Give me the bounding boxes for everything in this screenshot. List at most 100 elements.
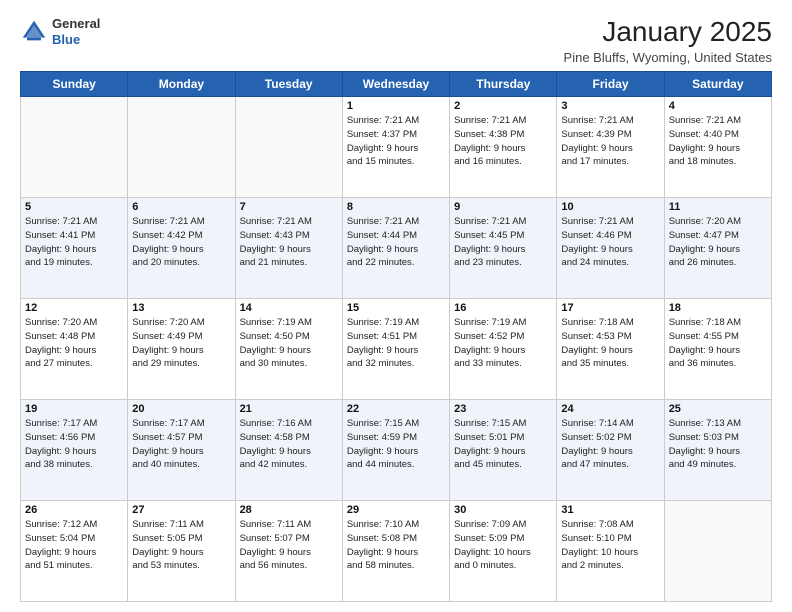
week-row-3: 12 Sunrise: 7:20 AMSunset: 4:48 PMDayligh…	[21, 299, 772, 400]
calendar-cell: 30Sunrise: 7:09 AMSunset: 5:09 PMDayligh…	[450, 501, 557, 602]
day-info: Sunrise: 7:18 AMSunset: 4:55 PMDaylight:…	[669, 316, 767, 371]
calendar-cell	[235, 97, 342, 198]
day-number: 10	[561, 201, 659, 213]
weekday-header-saturday: Saturday	[664, 72, 771, 97]
day-number: 26	[25, 504, 123, 516]
day-info: Sunrise: 7:20 AMSunset: 4:47 PMDaylight:…	[669, 215, 767, 270]
day-number: 7	[240, 201, 338, 213]
day-number: 18	[669, 302, 767, 314]
week-row-5: 26 Sunrise: 7:12 AMSunset: 5:04 PMDayligh…	[21, 501, 772, 602]
weekday-header-friday: Friday	[557, 72, 664, 97]
day-number: 6	[132, 201, 230, 213]
calendar-cell: 31Sunrise: 7:08 AMSunset: 5:10 PMDayligh…	[557, 501, 664, 602]
day-info: Sunrise: 7:11 AMSunset: 5:07 PMDaylight:…	[240, 518, 338, 573]
calendar-cell: 11 Sunrise: 7:20 AMSunset: 4:47 PMDayligh…	[664, 198, 771, 299]
calendar-cell: 29 Sunrise: 7:10 AMSunset: 5:08 PMDayligh…	[342, 501, 449, 602]
calendar-cell: 5 Sunrise: 7:21 AMSunset: 4:41 PMDaylight…	[21, 198, 128, 299]
month-title: January 2025	[564, 16, 772, 48]
calendar-cell: 17Sunrise: 7:18 AMSunset: 4:53 PMDayligh…	[557, 299, 664, 400]
day-info: Sunrise: 7:14 AMSunset: 5:02 PMDaylight:…	[561, 417, 659, 472]
day-info: Sunrise: 7:21 AMSunset: 4:46 PMDaylight:…	[561, 215, 659, 270]
day-number: 27	[132, 504, 230, 516]
day-number: 23	[454, 403, 552, 415]
calendar-cell: 24 Sunrise: 7:14 AMSunset: 5:02 PMDayligh…	[557, 400, 664, 501]
day-info: Sunrise: 7:21 AMSunset: 4:38 PMDaylight:…	[454, 114, 552, 169]
logo-text: General Blue	[52, 16, 100, 47]
calendar-cell: 13 Sunrise: 7:20 AMSunset: 4:49 PMDayligh…	[128, 299, 235, 400]
week-row-2: 5 Sunrise: 7:21 AMSunset: 4:41 PMDaylight…	[21, 198, 772, 299]
logo-general: General	[52, 16, 100, 31]
day-info: Sunrise: 7:16 AMSunset: 4:58 PMDaylight:…	[240, 417, 338, 472]
day-number: 3	[561, 100, 659, 112]
day-number: 24	[561, 403, 659, 415]
calendar: SundayMondayTuesdayWednesdayThursdayFrid…	[20, 71, 772, 602]
calendar-cell: 25 Sunrise: 7:13 AMSunset: 5:03 PMDayligh…	[664, 400, 771, 501]
day-info: Sunrise: 7:21 AMSunset: 4:42 PMDaylight:…	[132, 215, 230, 270]
day-info: Sunrise: 7:11 AMSunset: 5:05 PMDaylight:…	[132, 518, 230, 573]
day-number: 8	[347, 201, 445, 213]
day-info: Sunrise: 7:19 AMSunset: 4:52 PMDaylight:…	[454, 316, 552, 371]
calendar-cell: 28Sunrise: 7:11 AMSunset: 5:07 PMDayligh…	[235, 501, 342, 602]
day-number: 12	[25, 302, 123, 314]
calendar-cell: 26 Sunrise: 7:12 AMSunset: 5:04 PMDayligh…	[21, 501, 128, 602]
day-info: Sunrise: 7:15 AMSunset: 5:01 PMDaylight:…	[454, 417, 552, 472]
calendar-cell: 4Sunrise: 7:21 AMSunset: 4:40 PMDaylight…	[664, 97, 771, 198]
calendar-cell	[128, 97, 235, 198]
calendar-cell: 20 Sunrise: 7:17 AMSunset: 4:57 PMDayligh…	[128, 400, 235, 501]
day-info: Sunrise: 7:21 AMSunset: 4:43 PMDaylight:…	[240, 215, 338, 270]
calendar-cell: 8 Sunrise: 7:21 AMSunset: 4:44 PMDaylight…	[342, 198, 449, 299]
day-number: 9	[454, 201, 552, 213]
day-info: Sunrise: 7:20 AMSunset: 4:49 PMDaylight:…	[132, 316, 230, 371]
day-number: 31	[561, 504, 659, 516]
day-number: 14	[240, 302, 338, 314]
day-info: Sunrise: 7:18 AMSunset: 4:53 PMDaylight:…	[561, 316, 659, 371]
logo: General Blue	[20, 16, 100, 47]
calendar-cell: 21Sunrise: 7:16 AMSunset: 4:58 PMDayligh…	[235, 400, 342, 501]
day-number: 5	[25, 201, 123, 213]
day-info: Sunrise: 7:21 AMSunset: 4:37 PMDaylight:…	[347, 114, 445, 169]
day-info: Sunrise: 7:21 AMSunset: 4:45 PMDaylight:…	[454, 215, 552, 270]
day-info: Sunrise: 7:17 AMSunset: 4:57 PMDaylight:…	[132, 417, 230, 472]
day-number: 11	[669, 201, 767, 213]
day-number: 13	[132, 302, 230, 314]
calendar-cell: 27 Sunrise: 7:11 AMSunset: 5:05 PMDayligh…	[128, 501, 235, 602]
day-number: 2	[454, 100, 552, 112]
header: General Blue January 2025 Pine Bluffs, W…	[20, 16, 772, 65]
day-number: 29	[347, 504, 445, 516]
weekday-header-monday: Monday	[128, 72, 235, 97]
day-number: 25	[669, 403, 767, 415]
calendar-cell: 23 Sunrise: 7:15 AMSunset: 5:01 PMDayligh…	[450, 400, 557, 501]
calendar-cell: 15 Sunrise: 7:19 AMSunset: 4:51 PMDayligh…	[342, 299, 449, 400]
day-info: Sunrise: 7:10 AMSunset: 5:08 PMDaylight:…	[347, 518, 445, 573]
day-info: Sunrise: 7:17 AMSunset: 4:56 PMDaylight:…	[25, 417, 123, 472]
day-info: Sunrise: 7:12 AMSunset: 5:04 PMDaylight:…	[25, 518, 123, 573]
logo-icon	[20, 18, 48, 46]
day-info: Sunrise: 7:21 AMSunset: 4:44 PMDaylight:…	[347, 215, 445, 270]
calendar-cell: 7 Sunrise: 7:21 AMSunset: 4:43 PMDaylight…	[235, 198, 342, 299]
weekday-header-sunday: Sunday	[21, 72, 128, 97]
weekday-header-tuesday: Tuesday	[235, 72, 342, 97]
calendar-cell	[664, 501, 771, 602]
calendar-cell: 1 Sunrise: 7:21 AMSunset: 4:37 PMDaylight…	[342, 97, 449, 198]
calendar-cell: 9 Sunrise: 7:21 AMSunset: 4:45 PMDaylight…	[450, 198, 557, 299]
calendar-cell: 2 Sunrise: 7:21 AMSunset: 4:38 PMDaylight…	[450, 97, 557, 198]
day-info: Sunrise: 7:20 AMSunset: 4:48 PMDaylight:…	[25, 316, 123, 371]
day-number: 4	[669, 100, 767, 112]
day-info: Sunrise: 7:13 AMSunset: 5:03 PMDaylight:…	[669, 417, 767, 472]
page: General Blue January 2025 Pine Bluffs, W…	[0, 0, 792, 612]
weekday-header-thursday: Thursday	[450, 72, 557, 97]
day-number: 19	[25, 403, 123, 415]
day-info: Sunrise: 7:19 AMSunset: 4:51 PMDaylight:…	[347, 316, 445, 371]
day-info: Sunrise: 7:21 AMSunset: 4:39 PMDaylight:…	[561, 114, 659, 169]
calendar-cell: 10 Sunrise: 7:21 AMSunset: 4:46 PMDayligh…	[557, 198, 664, 299]
logo-blue: Blue	[52, 32, 80, 47]
day-number: 20	[132, 403, 230, 415]
location: Pine Bluffs, Wyoming, United States	[564, 50, 772, 65]
day-info: Sunrise: 7:15 AMSunset: 4:59 PMDaylight:…	[347, 417, 445, 472]
day-number: 15	[347, 302, 445, 314]
calendar-cell: 12 Sunrise: 7:20 AMSunset: 4:48 PMDayligh…	[21, 299, 128, 400]
calendar-cell: 3 Sunrise: 7:21 AMSunset: 4:39 PMDaylight…	[557, 97, 664, 198]
day-number: 1	[347, 100, 445, 112]
day-info: Sunrise: 7:21 AMSunset: 4:41 PMDaylight:…	[25, 215, 123, 270]
day-number: 30	[454, 504, 552, 516]
